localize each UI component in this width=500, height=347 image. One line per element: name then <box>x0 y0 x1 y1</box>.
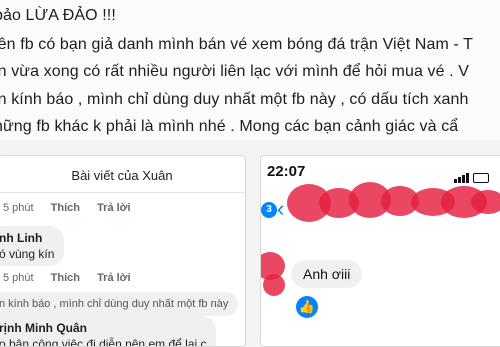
commenter-name[interactable]: rịnh Minh Quân <box>0 320 206 336</box>
reply-link[interactable]: Trả lời <box>97 202 131 214</box>
comments-header: Bài viết của Xuân <box>0 156 245 193</box>
comment-actions: 5 phút Thích Trả lời <box>3 202 131 214</box>
comment-text: n kính báo , mình chỉ dùng duy nhất một … <box>0 298 229 310</box>
reply-link[interactable]: Trả lời <box>97 272 131 284</box>
comment-bubble: nh Linh ó vùng kín <box>0 226 65 266</box>
post-line: iên fb có bạn giả danh mình bán vé xem b… <box>0 36 473 53</box>
comment-actions: 5 phút Thích Trả lời <box>3 272 131 284</box>
comment-bubble: n kính báo , mình chỉ dùng duy nhất một … <box>0 292 239 316</box>
comment-bubble: rịnh Minh Quân o bận công việc đi diễn n… <box>0 316 217 347</box>
comment-time: 5 phút <box>3 272 34 284</box>
post-line: hững fb khác k phải là mình nhé . Mong c… <box>0 118 459 135</box>
back-arrow-icon[interactable]: ‹ <box>277 196 284 222</box>
comments-screenshot: Bài viết của Xuân 5 phút Thích Trả lời n… <box>0 155 246 347</box>
message-bubble: Anh ơiii <box>291 260 363 288</box>
text-fade <box>480 0 500 140</box>
post-line: bảo LỪA ĐẢO !!! <box>0 7 116 24</box>
unread-badge[interactable]: 3 <box>261 202 277 218</box>
comments-title: Bài viết của Xuân <box>71 168 173 183</box>
post-line: in vừa xong có rất nhiều người liên lạc … <box>0 63 470 80</box>
like-link[interactable]: Thích <box>51 272 80 284</box>
comment-time: 5 phút <box>3 202 34 214</box>
like-link[interactable]: Thích <box>51 202 80 214</box>
facebook-post: bảo LỪA ĐẢO !!! iên fb có bạn giả danh m… <box>0 0 500 140</box>
comment-text: o bận công việc đi diễn nên em để lại c <box>0 337 207 347</box>
thumbs-up-icon[interactable]: 👍 <box>296 296 318 318</box>
commenter-name[interactable]: nh Linh <box>0 230 54 246</box>
post-line: in kính báo , mình chỉ dùng duy nhất một… <box>0 91 469 108</box>
comment-text: ó vùng kín <box>0 247 55 261</box>
messenger-screenshot: 22:07 3 ‹ Anh ơiii 👍 <box>260 155 500 347</box>
signal-battery-icon <box>454 165 498 183</box>
status-time: 22:07 <box>267 163 306 180</box>
